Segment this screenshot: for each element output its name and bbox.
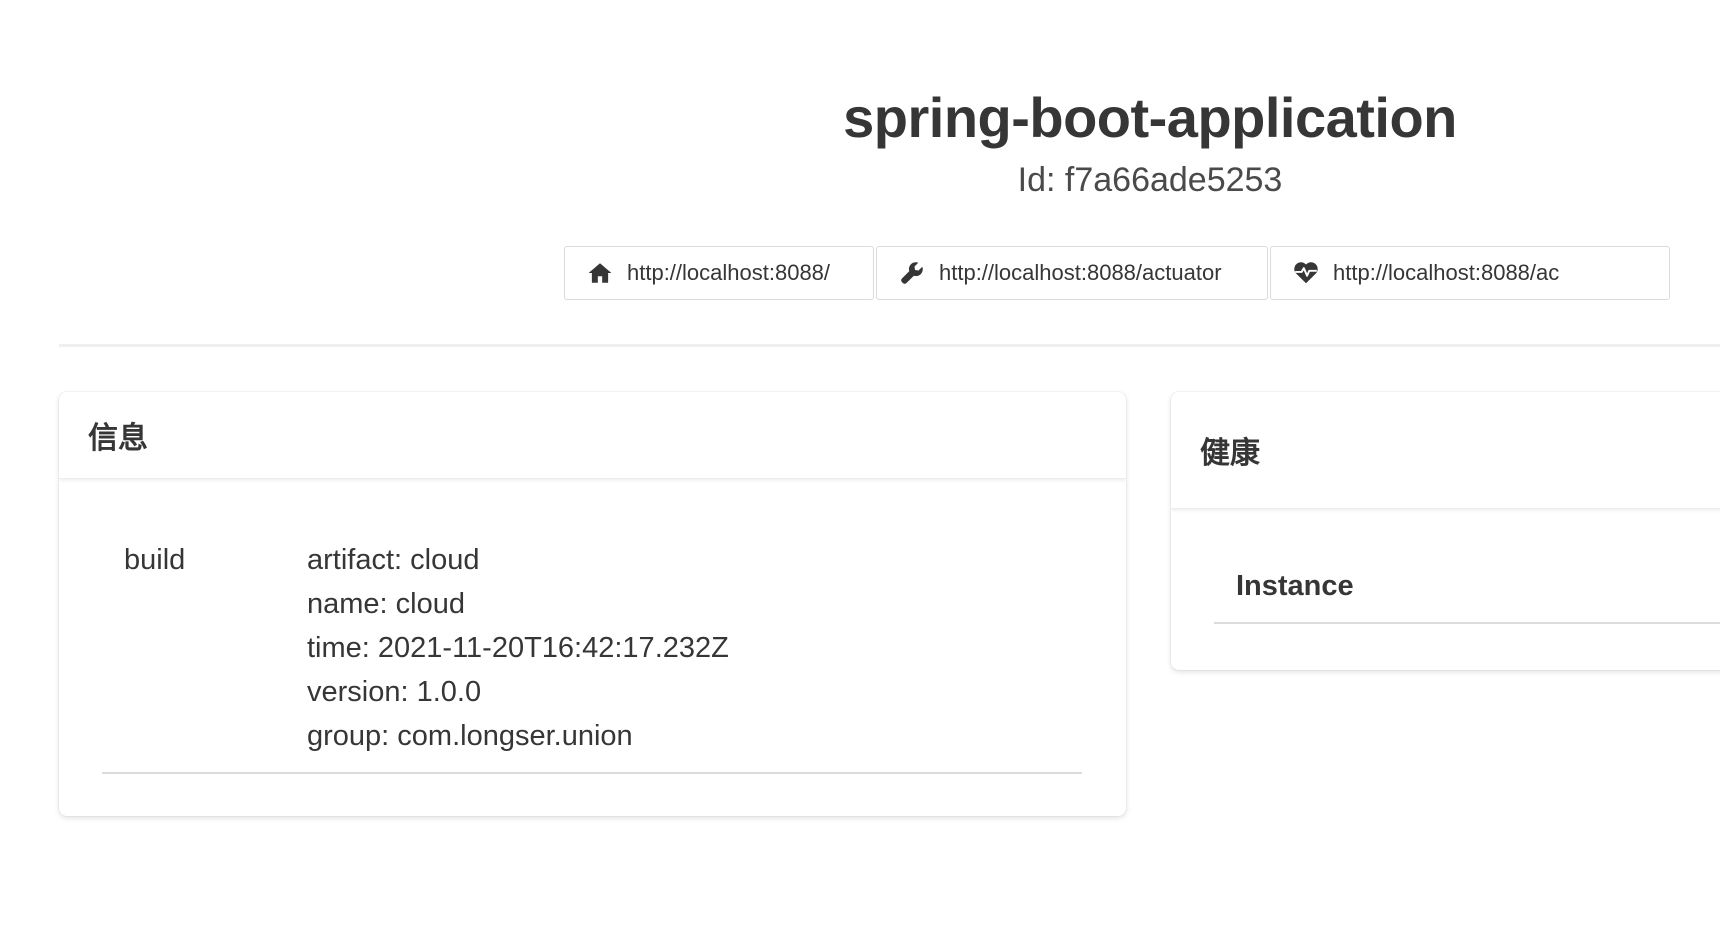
management-url-link[interactable]: http://localhost:8088/actuator xyxy=(876,246,1268,300)
management-url-label: http://localhost:8088/actuator xyxy=(939,260,1222,285)
info-value-group: group: com.longser.union xyxy=(307,720,633,752)
health-url-link[interactable]: http://localhost:8088/ac xyxy=(1270,246,1670,300)
info-entry-build: build artifact: cloud name: cloud time: … xyxy=(102,538,1082,774)
info-value-artifact: artifact: cloud xyxy=(307,544,480,576)
health-instance-label: Instance xyxy=(1214,564,1720,624)
home-url-link[interactable]: http://localhost:8088/ xyxy=(564,246,874,300)
application-name: spring-boot-application xyxy=(843,86,1457,149)
home-icon xyxy=(587,260,613,286)
info-card: 信息 build artifact: cloud name: cloud tim… xyxy=(59,392,1126,816)
info-value-name: name: cloud xyxy=(307,588,465,620)
wrench-icon xyxy=(899,260,925,286)
instance-details-page: spring-boot-application Id: f7a66ade5253… xyxy=(0,0,1720,936)
endpoint-links: http://localhost:8088/ http://localhost:… xyxy=(564,246,1672,300)
health-url-label: http://localhost:8088/ac xyxy=(1333,260,1560,285)
home-url-label: http://localhost:8088/ xyxy=(627,260,831,285)
health-card: 健康 Instance xyxy=(1171,392,1720,670)
instance-id: Id: f7a66ade5253 xyxy=(1017,161,1283,199)
info-value-time: time: 2021-11-20T16:42:17.232Z xyxy=(307,632,729,664)
header-divider xyxy=(59,344,1720,347)
info-value-version: version: 1.0.0 xyxy=(307,676,482,708)
info-card-header: 信息 xyxy=(59,392,1126,479)
info-entry-key: build xyxy=(124,544,186,576)
heartbeat-icon xyxy=(1293,260,1319,286)
info-entry-values: artifact: cloud name: cloud time: 2021-1… xyxy=(307,538,1082,758)
health-card-header: 健康 xyxy=(1171,392,1720,509)
